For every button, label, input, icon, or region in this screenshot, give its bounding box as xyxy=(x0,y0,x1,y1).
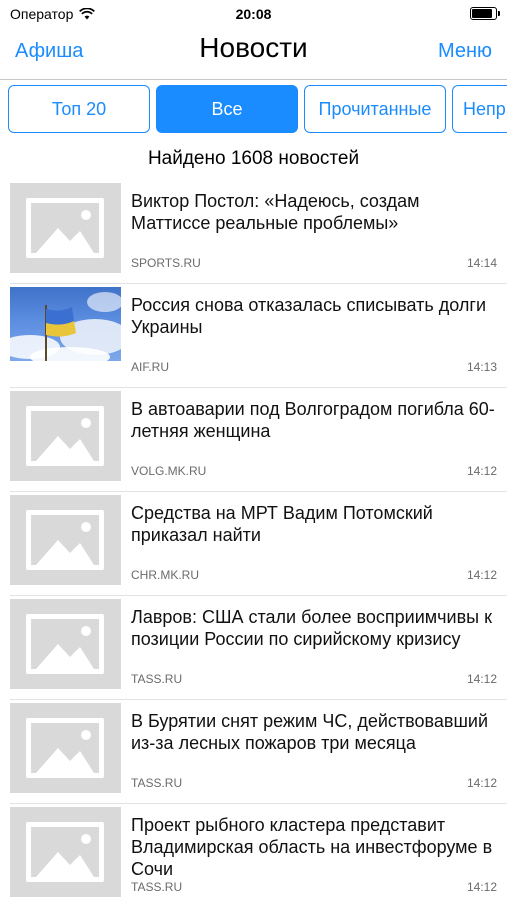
news-item[interactable]: Россия снова отказалась списывать долги … xyxy=(0,284,507,388)
placeholder-image-icon xyxy=(10,495,121,585)
news-source: TASS.RU xyxy=(131,880,183,894)
news-title: В автоаварии под Волгоградом погибла 60-… xyxy=(131,399,495,441)
news-source: TASS.RU xyxy=(131,672,183,686)
news-item[interactable]: В автоаварии под Волгоградом погибла 60-… xyxy=(0,388,507,492)
placeholder-image-icon xyxy=(10,807,121,897)
battery-icon xyxy=(470,7,500,20)
news-item[interactable]: Средства на МРТ Вадим Потомский приказал… xyxy=(0,492,507,596)
news-title: Проект рыбного кластера представит Влади… xyxy=(131,815,493,879)
segment-all[interactable]: Все xyxy=(156,85,298,133)
news-time: 14:12 xyxy=(466,568,497,582)
news-time: 14:12 xyxy=(466,464,497,478)
news-item[interactable]: Виктор Постол: «Надеюсь, создам Маттиссе… xyxy=(0,180,507,284)
menu-button[interactable]: Меню xyxy=(438,40,492,63)
news-time: 14:12 xyxy=(466,672,497,686)
segment-top20[interactable]: Топ 20 xyxy=(8,85,150,133)
placeholder-image-icon xyxy=(10,599,121,689)
news-time: 14:12 xyxy=(466,880,497,894)
news-title: Лавров: США стали более восприимчивы к п… xyxy=(131,607,492,649)
news-source: SPORTS.RU xyxy=(131,256,201,270)
results-count: Найдено 1608 новостей xyxy=(147,148,360,169)
news-time: 14:12 xyxy=(466,776,497,790)
status-bar: Оператор 20:08 xyxy=(0,0,507,28)
news-time: 14:14 xyxy=(466,256,497,270)
placeholder-image-icon xyxy=(10,183,121,273)
news-item[interactable]: Лавров: США стали более восприимчивы к п… xyxy=(0,596,507,700)
navigation-bar: Афиша Новости Меню xyxy=(0,28,507,80)
battery-fill xyxy=(472,9,492,18)
news-item[interactable]: Проект рыбного кластера представит Влади… xyxy=(0,804,507,908)
news-item[interactable]: В Бурятии снят режим ЧС, действовавший и… xyxy=(0,700,507,804)
placeholder-image-icon xyxy=(10,391,121,481)
afisha-button[interactable]: Афиша xyxy=(15,40,83,63)
news-source: CHR.MK.RU xyxy=(131,568,199,582)
news-title: Средства на МРТ Вадим Потомский приказал… xyxy=(131,503,433,545)
news-source: AIF.RU xyxy=(131,360,170,374)
news-source: VOLG.MK.RU xyxy=(131,464,207,478)
news-source: TASS.RU xyxy=(131,776,183,790)
news-title: В Бурятии снят режим ЧС, действовавший и… xyxy=(131,711,489,753)
status-time: 20:08 xyxy=(235,6,272,22)
news-time: 14:13 xyxy=(466,360,497,374)
news-title: Россия снова отказалась списывать долги … xyxy=(131,295,487,337)
segment-unread[interactable]: Непр xyxy=(452,85,507,133)
filter-segments: Топ 20 Все Прочитанные Непр xyxy=(0,85,507,135)
placeholder-image-icon xyxy=(10,703,121,793)
flag-photo xyxy=(10,287,121,361)
news-title: Виктор Постол: «Надеюсь, создам Маттиссе… xyxy=(131,191,420,233)
segment-read[interactable]: Прочитанные xyxy=(304,85,446,133)
